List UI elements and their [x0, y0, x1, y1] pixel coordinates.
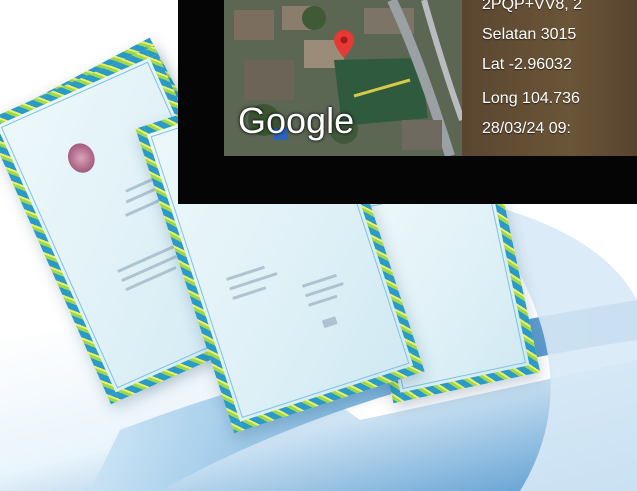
plus-code-line: 2PQP+VV8, 2 [482, 0, 583, 13]
latitude-line: Lat -2.96032 [482, 56, 572, 73]
location-pin-icon [334, 30, 354, 58]
longitude-line: Long 104.736 [482, 90, 580, 107]
photo-scene: Google 2PQP+VV8, 2 Selatan 3015 Lat -2.9… [0, 0, 637, 491]
timestamp-line: 28/03/24 09: [482, 120, 571, 137]
google-logo: Google [238, 100, 355, 141]
address-line: Selatan 3015 [482, 26, 577, 43]
geotag-info-panel: 2PQP+VV8, 2 Selatan 3015 Lat -2.96032 Lo… [462, 0, 637, 156]
satellite-map[interactable]: Google [224, 0, 462, 156]
